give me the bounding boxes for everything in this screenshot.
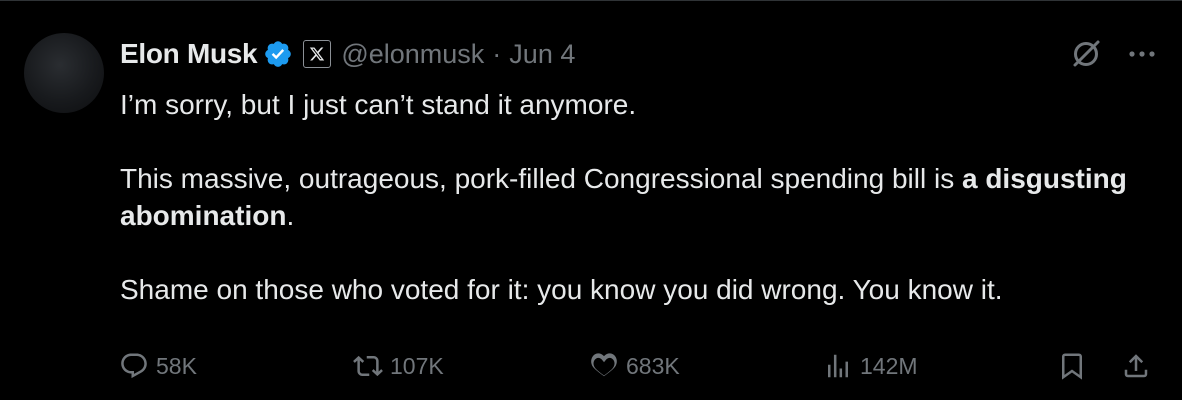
avatar[interactable] <box>24 33 104 113</box>
tweet-text: I’m sorry, but I just can’t stand it any… <box>120 86 1140 308</box>
share-icon <box>1120 350 1152 382</box>
bookmark-icon <box>1056 350 1088 382</box>
tweet-date[interactable]: Jun 4 <box>509 39 575 70</box>
tweet-header: Elon Musk @elonmusk · Jun 4 <box>120 36 575 72</box>
tweet-card[interactable]: Elon Musk @elonmusk · Jun 4 I’m sorry, b… <box>0 0 1182 400</box>
views-button[interactable]: 142M <box>822 346 918 386</box>
x-logo-icon[interactable] <box>303 40 332 68</box>
reply-count: 58K <box>156 352 197 379</box>
more-icon[interactable] <box>1124 36 1160 72</box>
views-icon <box>822 350 854 382</box>
tweet-paragraph-2-end: . <box>286 200 295 231</box>
top-actions <box>1068 36 1160 72</box>
share-button[interactable] <box>1120 346 1152 386</box>
reply-button[interactable]: 58K <box>118 346 197 386</box>
tweet-paragraph-2: This massive, outrageous, pork-filled Co… <box>120 160 1140 234</box>
tweet-paragraph-1: I’m sorry, but I just can’t stand it any… <box>120 89 637 120</box>
author-handle[interactable]: @elonmusk <box>341 39 484 70</box>
header-separator: · <box>492 38 502 69</box>
like-button[interactable]: 683K <box>588 346 680 386</box>
grok-icon[interactable] <box>1068 36 1104 72</box>
action-bar: 58K 107K 683K 142M <box>118 346 1158 386</box>
repost-count: 107K <box>390 352 444 379</box>
author-display-name[interactable]: Elon Musk <box>120 38 258 70</box>
tweet-paragraph-3: Shame on those who voted for it: you kno… <box>120 274 1003 305</box>
like-count: 683K <box>626 352 680 379</box>
repost-button[interactable]: 107K <box>352 346 444 386</box>
verified-badge-icon[interactable] <box>263 39 293 69</box>
reply-icon <box>118 350 150 382</box>
repost-icon <box>352 350 384 382</box>
tweet-paragraph-2-text: This massive, outrageous, pork-filled Co… <box>120 163 962 194</box>
views-count: 142M <box>860 352 918 379</box>
bookmark-button[interactable] <box>1056 346 1088 386</box>
like-icon <box>588 350 620 382</box>
